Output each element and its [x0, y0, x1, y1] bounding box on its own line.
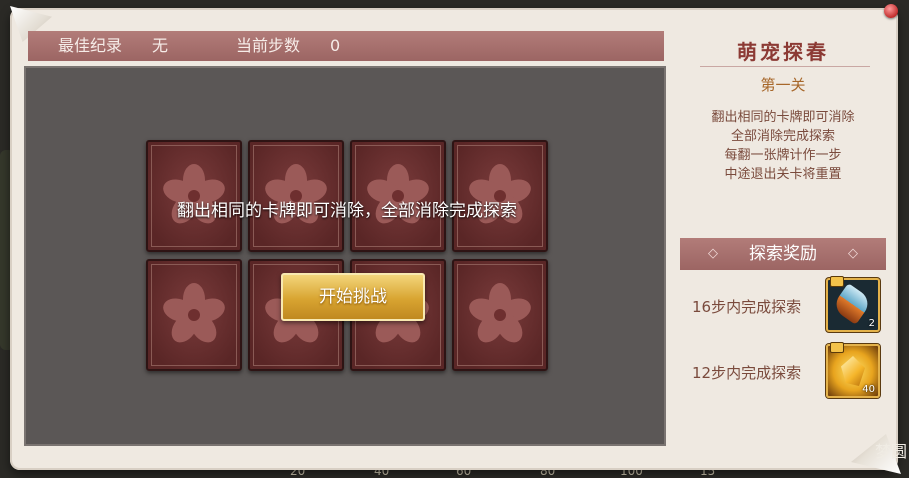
- rule-line: 每翻一张牌计作一步: [724, 148, 842, 163]
- diamond-icon: ◇: [848, 246, 858, 261]
- pendant-gem-icon: [831, 283, 873, 325]
- start-challenge-button[interactable]: 开始挑战: [281, 273, 425, 321]
- instruction-text: 翻出相同的卡牌即可消除，全部消除完成探索: [177, 201, 517, 221]
- reward-title: 探索奖励: [749, 244, 817, 264]
- current-steps-value: 0: [330, 36, 341, 55]
- diamond-icon: ◇: [708, 246, 718, 261]
- reward-row: 12步内完成探索 40: [672, 342, 894, 400]
- item-count: 2: [868, 318, 875, 329]
- rule-line: 全部消除完成探索: [730, 129, 835, 144]
- background-corner-text: 梦圆: [874, 442, 907, 461]
- best-record-value: 无: [152, 36, 169, 55]
- best-record-label: 最佳纪录: [58, 36, 123, 55]
- lock-icon: [830, 276, 844, 287]
- sakura-flower-icon: [466, 283, 534, 348]
- reward-condition: 16步内完成探索: [692, 298, 802, 316]
- sakura-flower-icon: [160, 283, 228, 348]
- rule-line: 中途退出关卡将重置: [724, 167, 842, 182]
- item-count: 40: [862, 384, 875, 395]
- card-board: 翻出相同的卡牌即可消除，全部消除完成探索 开始挑战: [24, 66, 666, 446]
- current-steps-label: 当前步数: [236, 36, 301, 55]
- memory-card[interactable]: [146, 259, 242, 371]
- pin-icon: [884, 4, 898, 18]
- info-panel: 萌宠探春 第一关 翻出相同的卡牌即可消除 全部消除完成探索 每翻一张牌计作一步 …: [672, 28, 894, 448]
- reward-row: 16步内完成探索 2: [672, 276, 894, 334]
- rules-list: 翻出相同的卡牌即可消除 全部消除完成探索 每翻一张牌计作一步 中途退出关卡将重置: [672, 108, 894, 184]
- gold-shard-item-icon[interactable]: 40: [826, 342, 880, 398]
- reward-header: ◇ 探索奖励 ◇: [680, 238, 886, 270]
- reward-condition: 12步内完成探索: [692, 364, 802, 382]
- level-label: 第一关: [760, 76, 806, 94]
- flower-center: [494, 309, 506, 321]
- rule-line: 翻出相同的卡牌即可消除: [711, 110, 855, 125]
- lock-icon: [830, 342, 844, 353]
- gold-shard-icon: [841, 356, 865, 386]
- event-title: 萌宠探春: [737, 40, 829, 64]
- memory-card[interactable]: [452, 259, 548, 371]
- pendant-item-icon[interactable]: 2: [826, 276, 880, 332]
- flower-center: [188, 309, 200, 321]
- title-divider: [700, 66, 870, 67]
- score-bar: 最佳纪录 无 当前步数 0: [28, 31, 664, 61]
